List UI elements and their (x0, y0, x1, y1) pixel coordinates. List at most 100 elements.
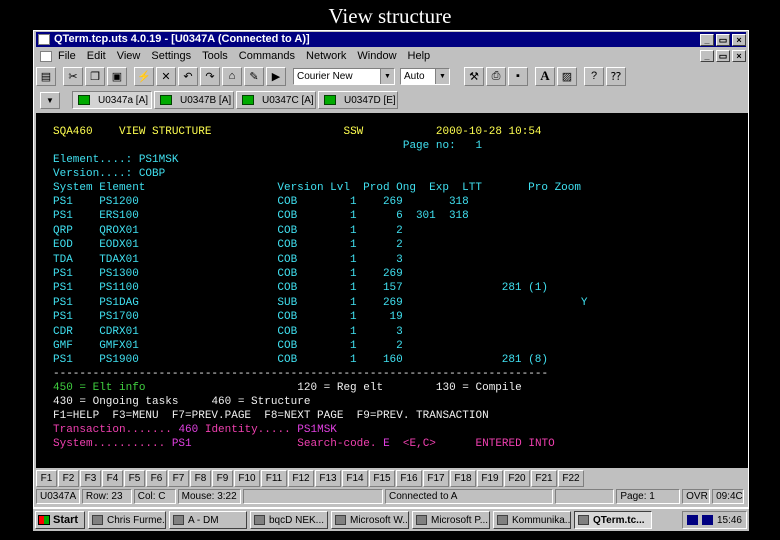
task-button[interactable]: bqcD NEK... (250, 511, 328, 529)
menu-edit[interactable]: Edit (87, 50, 106, 62)
home-icon[interactable]: ⌂ (222, 66, 242, 86)
doc-minimize-button[interactable]: _ (700, 50, 714, 62)
table-row[interactable]: PS1 PS1200 COB 1 269 318 (53, 195, 588, 209)
scissors-icon[interactable]: ✂ (63, 66, 83, 86)
tray-clock: 15:46 (716, 514, 742, 526)
printer-icon[interactable]: ▤ (36, 66, 56, 86)
tab-label: U0347a [A] (98, 94, 149, 106)
table-row[interactable]: QRP QROX01 COB 1 2 (53, 224, 588, 238)
redo-icon[interactable]: ↷ (200, 66, 220, 86)
task-button[interactable]: Microsoft P... (412, 511, 490, 529)
version-line: Version....: COBP (53, 167, 165, 181)
hammer-icon[interactable]: ⚒ (464, 66, 484, 86)
document-icon[interactable] (40, 50, 52, 62)
system-field[interactable]: PS1 (172, 438, 192, 450)
tab-u0347a[interactable]: U0347a [A] (72, 91, 152, 109)
print-icon[interactable]: ⎙ (486, 66, 506, 86)
paste-icon[interactable]: ▣ (107, 66, 127, 86)
tab-u0347d[interactable]: U0347D [E] (318, 91, 398, 109)
fkey-f6[interactable]: F6 (146, 469, 167, 487)
task-button[interactable]: A - DM (169, 511, 247, 529)
fkey-f16[interactable]: F16 (396, 469, 422, 487)
start-button[interactable]: Start (35, 511, 85, 529)
doc-close-button[interactable]: × (732, 50, 746, 62)
minimize-button[interactable]: _ (700, 33, 714, 46)
undo-icon[interactable]: ↶ (178, 66, 198, 86)
font-icon[interactable]: A (535, 66, 555, 86)
chevron-down-icon[interactable]: ▼ (435, 68, 449, 84)
fkey-f9[interactable]: F9 (212, 469, 233, 487)
transaction-field[interactable]: 460 (178, 424, 198, 436)
menu-settings[interactable]: Settings (151, 50, 191, 62)
table-row[interactable]: CDR CDRX01 COB 1 3 (53, 325, 588, 339)
table-row[interactable]: PS1 PS1100 COB 1 157 281 (1) (53, 281, 588, 295)
fkey-f20[interactable]: F20 (504, 469, 530, 487)
size-combo[interactable]: Auto ▼ (400, 67, 450, 85)
chevron-down-icon[interactable]: ▼ (40, 91, 60, 109)
system-name: SSW (343, 126, 364, 138)
cell-prod: 157 (382, 282, 403, 295)
help-icon[interactable]: ? (584, 66, 604, 86)
fkey-f21[interactable]: F21 (531, 469, 557, 487)
table-row[interactable]: PS1 PS1700 COB 1 19 (53, 310, 588, 324)
fkey-f1[interactable]: F1 (36, 469, 57, 487)
fkey-f5[interactable]: F5 (124, 469, 145, 487)
fkey-f7[interactable]: F7 (168, 469, 189, 487)
column-header-cell: Prod (363, 182, 390, 194)
title-bar[interactable]: QTerm.tcp.uts 4.0.19 - [U0347A (Connecte… (36, 32, 746, 47)
whats-this-icon[interactable]: ⁇ (606, 66, 626, 86)
terminal-screen[interactable]: SQA460 VIEW STRUCTURE SSW 2000-10-28 10:… (36, 113, 748, 468)
fkey-f2[interactable]: F2 (58, 469, 79, 487)
table-row[interactable]: TDA TDAX01 COB 1 3 (53, 253, 588, 267)
cell-system: PS1 (53, 296, 73, 309)
edit-icon[interactable]: ✎ (244, 66, 264, 86)
task-button-active[interactable]: QTerm.tc... (574, 511, 652, 529)
table-row[interactable]: PS1 ERS100 COB 1 6 301 318 (53, 209, 588, 223)
fkey-f10[interactable]: F10 (234, 469, 260, 487)
chevron-down-icon[interactable]: ▼ (380, 68, 394, 84)
menu-commands[interactable]: Commands (239, 50, 295, 62)
menu-network[interactable]: Network (306, 50, 346, 62)
task-button[interactable]: Chris Furme... (88, 511, 166, 529)
fkey-f19[interactable]: F19 (477, 469, 503, 487)
volume-icon[interactable] (701, 515, 713, 525)
menu-view[interactable]: View (117, 50, 141, 62)
fkey-f14[interactable]: F14 (342, 469, 368, 487)
connect-icon[interactable]: ⚡ (134, 66, 154, 86)
task-button[interactable]: Microsoft W... (331, 511, 409, 529)
menu-file[interactable]: File (58, 50, 76, 62)
image-icon[interactable]: ▨ (557, 66, 577, 86)
table-row[interactable]: PS1 PS1900 COB 1 160 281 (8) (53, 353, 588, 367)
table-row[interactable]: PS1 PS1DAG SUB 1 269 Y (53, 296, 588, 310)
font-combo[interactable]: Courier New ▼ (293, 67, 395, 85)
save-icon[interactable]: ▪ (508, 66, 528, 86)
restore-button[interactable]: ▭ (716, 33, 730, 46)
fkey-f18[interactable]: F18 (450, 469, 476, 487)
table-row[interactable]: EOD EODX01 COB 1 2 (53, 238, 588, 252)
fkey-f15[interactable]: F15 (369, 469, 395, 487)
table-row[interactable]: GMF GMFX01 COB 1 2 (53, 339, 588, 353)
fkey-f8[interactable]: F8 (190, 469, 211, 487)
task-button[interactable]: Kommunika... (493, 511, 571, 529)
menu-tools[interactable]: Tools (202, 50, 228, 62)
tray-icon[interactable] (686, 515, 698, 525)
close-button[interactable]: × (732, 33, 746, 46)
play-icon[interactable]: ▶ (266, 66, 286, 86)
search-field[interactable]: E (383, 438, 390, 450)
tab-u0347c[interactable]: U0347C [A] (236, 91, 316, 109)
menu-window[interactable]: Window (357, 50, 396, 62)
fkey-f13[interactable]: F13 (315, 469, 341, 487)
tab-u0347b[interactable]: U0347B [A] (154, 91, 234, 109)
doc-restore-button[interactable]: ▭ (716, 50, 730, 62)
menu-help[interactable]: Help (408, 50, 431, 62)
copy-icon[interactable]: ❐ (85, 66, 105, 86)
fkey-f12[interactable]: F12 (288, 469, 314, 487)
fkey-f11[interactable]: F11 (261, 469, 287, 487)
fkey-f3[interactable]: F3 (80, 469, 101, 487)
fkey-f4[interactable]: F4 (102, 469, 123, 487)
table-row[interactable]: PS1 PS1300 COB 1 269 (53, 267, 588, 281)
fkey-f22[interactable]: F22 (558, 469, 584, 487)
fkey-f17[interactable]: F17 (423, 469, 449, 487)
disconnect-icon[interactable]: ✕ (156, 66, 176, 86)
identity-field[interactable]: PS1MSK (297, 424, 337, 436)
